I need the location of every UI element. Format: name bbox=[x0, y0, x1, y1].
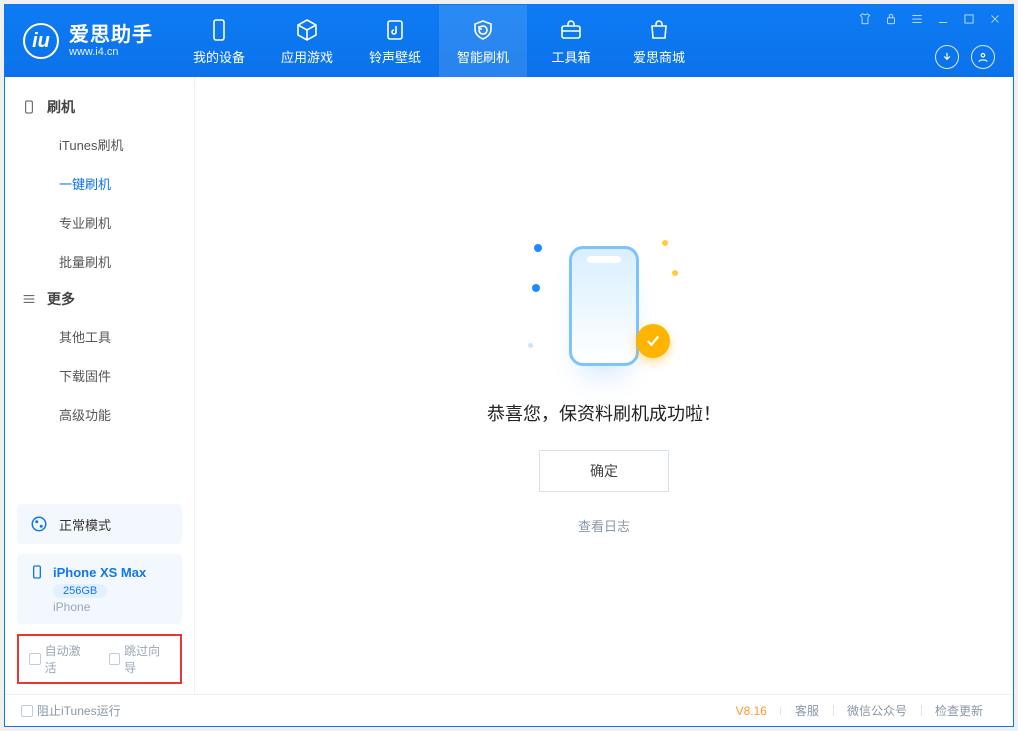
titlebar-circle-buttons bbox=[935, 45, 995, 69]
music-file-icon bbox=[382, 17, 408, 43]
minimize-icon[interactable] bbox=[935, 11, 951, 27]
brand-logo-icon: iu bbox=[23, 23, 59, 59]
sidebar-item-download-firmware[interactable]: 下载固件 bbox=[5, 356, 194, 395]
ok-button[interactable]: 确定 bbox=[539, 450, 669, 492]
nav-label: 铃声壁纸 bbox=[369, 47, 421, 66]
status-link-wechat[interactable]: 微信公众号 bbox=[833, 702, 921, 719]
device-phone-icon bbox=[29, 564, 45, 580]
mode-card[interactable]: 正常模式 bbox=[17, 504, 182, 544]
sidebar: 刷机 iTunes刷机 一键刷机 专业刷机 批量刷机 更多 其他工具 下载固件 … bbox=[5, 77, 195, 694]
nav-label: 我的设备 bbox=[193, 47, 245, 66]
status-link-support[interactable]: 客服 bbox=[781, 702, 833, 719]
phone-illustration-icon bbox=[569, 246, 639, 366]
sidebar-item-oneclick-flash[interactable]: 一键刷机 bbox=[5, 164, 194, 203]
brand: iu 爱思助手 www.i4.cn bbox=[5, 5, 171, 77]
user-circle-icon[interactable] bbox=[971, 45, 995, 69]
view-log-link[interactable]: 查看日志 bbox=[578, 516, 630, 535]
checkbox-label: 自动激活 bbox=[45, 642, 91, 676]
refresh-shield-icon bbox=[470, 17, 496, 43]
list-icon bbox=[21, 291, 37, 307]
checkbox-label: 阻止iTunes运行 bbox=[37, 702, 121, 719]
section-more-head[interactable]: 更多 bbox=[5, 281, 194, 317]
brand-url: www.i4.cn bbox=[69, 46, 153, 58]
checkbox-icon bbox=[109, 653, 121, 665]
nav-toolbox[interactable]: 工具箱 bbox=[527, 5, 615, 77]
sidebar-bottom: 正常模式 iPhone XS Max 256GB iPhone 自动激活 bbox=[5, 494, 194, 694]
nav-label: 应用游戏 bbox=[281, 47, 333, 66]
section-title: 刷机 bbox=[47, 97, 75, 117]
checkbox-label: 跳过向导 bbox=[124, 642, 170, 676]
close-icon[interactable] bbox=[987, 11, 1003, 27]
tshirt-icon[interactable] bbox=[857, 11, 873, 27]
phone-icon bbox=[206, 17, 232, 43]
sidebar-item-other-tools[interactable]: 其他工具 bbox=[5, 317, 194, 356]
status-bar: 阻止iTunes运行 V8.16 客服 微信公众号 检查更新 bbox=[5, 694, 1013, 726]
status-link-update[interactable]: 检查更新 bbox=[921, 702, 997, 719]
app-window: iu 爱思助手 www.i4.cn 我的设备 应用游戏 铃声壁纸 智能刷机 bbox=[4, 4, 1014, 727]
checkbox-icon bbox=[29, 653, 41, 665]
checkbox-block-itunes[interactable]: 阻止iTunes运行 bbox=[21, 702, 121, 719]
device-card[interactable]: iPhone XS Max 256GB iPhone bbox=[17, 554, 182, 624]
sidebar-scroll: 刷机 iTunes刷机 一键刷机 专业刷机 批量刷机 更多 其他工具 下载固件 … bbox=[5, 77, 194, 494]
menu-icon[interactable] bbox=[909, 11, 925, 27]
sparkle-icon bbox=[528, 343, 533, 348]
lock-icon[interactable] bbox=[883, 11, 899, 27]
success-message: 恭喜您，保资料刷机成功啦！ bbox=[487, 400, 721, 426]
sparkle-icon bbox=[534, 244, 542, 252]
sparkle-icon bbox=[672, 270, 678, 276]
success-illustration bbox=[534, 236, 674, 376]
nav-label: 爱思商城 bbox=[633, 47, 685, 66]
device-type: iPhone bbox=[53, 600, 170, 614]
mode-icon bbox=[29, 514, 49, 534]
sidebar-item-pro-flash[interactable]: 专业刷机 bbox=[5, 203, 194, 242]
version-label: V8.16 bbox=[736, 704, 781, 718]
top-nav: 我的设备 应用游戏 铃声壁纸 智能刷机 工具箱 爱思商城 bbox=[175, 5, 703, 77]
section-title: 更多 bbox=[47, 289, 75, 309]
download-circle-icon[interactable] bbox=[935, 45, 959, 69]
nav-label: 智能刷机 bbox=[457, 47, 509, 66]
bag-icon bbox=[646, 17, 672, 43]
device-storage-badge: 256GB bbox=[53, 584, 107, 598]
section-flash-head[interactable]: 刷机 bbox=[5, 89, 194, 125]
titlebar: iu 爱思助手 www.i4.cn 我的设备 应用游戏 铃声壁纸 智能刷机 bbox=[5, 5, 1013, 77]
checkbox-auto-activate[interactable]: 自动激活 bbox=[29, 642, 91, 676]
cube-icon bbox=[294, 17, 320, 43]
sidebar-item-batch-flash[interactable]: 批量刷机 bbox=[5, 242, 194, 281]
sidebar-item-itunes-flash[interactable]: iTunes刷机 bbox=[5, 125, 194, 164]
highlighted-checkbox-row: 自动激活 跳过向导 bbox=[17, 634, 182, 684]
nav-store[interactable]: 爱思商城 bbox=[615, 5, 703, 77]
nav-apps[interactable]: 应用游戏 bbox=[263, 5, 351, 77]
checkbox-icon bbox=[21, 705, 33, 717]
toolbox-icon bbox=[558, 17, 584, 43]
sparkle-icon bbox=[662, 240, 668, 246]
checkbox-skip-guide[interactable]: 跳过向导 bbox=[109, 642, 171, 676]
sparkle-icon bbox=[532, 284, 540, 292]
device-icon bbox=[21, 99, 37, 115]
main-panel: 恭喜您，保资料刷机成功啦！ 确定 查看日志 bbox=[195, 77, 1013, 694]
mode-label: 正常模式 bbox=[59, 515, 111, 534]
body: 刷机 iTunes刷机 一键刷机 专业刷机 批量刷机 更多 其他工具 下载固件 … bbox=[5, 77, 1013, 694]
nav-my-device[interactable]: 我的设备 bbox=[175, 5, 263, 77]
device-name: iPhone XS Max bbox=[53, 565, 146, 580]
brand-name: 爱思助手 bbox=[69, 24, 153, 46]
brand-text: 爱思助手 www.i4.cn bbox=[69, 24, 153, 58]
maximize-icon[interactable] bbox=[961, 11, 977, 27]
nav-flash[interactable]: 智能刷机 bbox=[439, 5, 527, 77]
window-controls bbox=[857, 11, 1003, 27]
sidebar-item-advanced[interactable]: 高级功能 bbox=[5, 395, 194, 434]
nav-label: 工具箱 bbox=[551, 47, 590, 66]
nav-ringtones[interactable]: 铃声壁纸 bbox=[351, 5, 439, 77]
checkmark-badge-icon bbox=[636, 324, 670, 358]
